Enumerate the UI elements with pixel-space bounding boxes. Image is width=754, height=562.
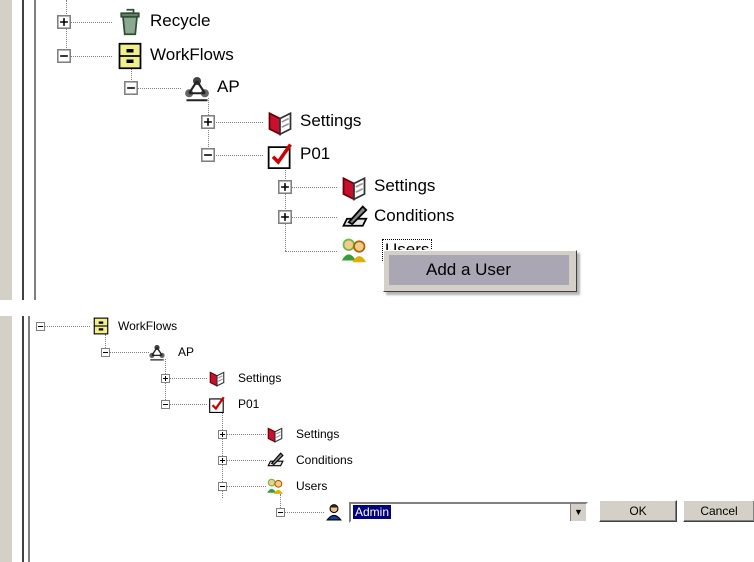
pen-paper-icon[interactable] [340,203,368,231]
user-select-value: Admin [353,505,392,519]
tree-line [105,352,149,353]
tree-node-settings[interactable]: Settings [296,427,339,441]
tree-node-settings[interactable]: Settings [374,176,435,196]
tree-node-conditions[interactable]: Conditions [296,453,353,467]
expand-icon[interactable] [218,430,227,439]
collapse-icon[interactable] [161,400,170,409]
cabinet-icon[interactable] [92,317,110,335]
collapse-icon[interactable] [201,148,215,162]
tree-line [285,217,337,218]
cancel-button[interactable]: Cancel [683,500,754,522]
menu-item-add-user[interactable]: Add a User [389,255,569,285]
book-icon[interactable] [266,108,294,136]
book-icon[interactable] [208,369,226,387]
tree-line [131,88,181,89]
chevron-down-icon[interactable]: ▼ [570,504,586,521]
tree-node-settings[interactable]: Settings [300,111,361,131]
tree-panel-add-user: WorkFlows AP Settings P01 Settings Condi… [0,316,754,562]
collapse-icon[interactable] [57,49,71,63]
tree-node-conditions[interactable]: Conditions [374,206,454,226]
frame-highlight [12,0,14,300]
tree-line [285,166,286,251]
collapse-icon[interactable] [276,508,285,517]
book-icon[interactable] [266,425,284,443]
menu-item-label: Add a User [426,260,512,279]
collapse-icon[interactable] [101,348,110,357]
tree-line [280,512,324,513]
tree-node-workflows[interactable]: WorkFlows [150,45,234,65]
tree-panel-context-menu: Recycle WorkFlows AP Settings P01 Settin… [0,0,754,300]
expand-icon[interactable] [201,115,215,129]
pen-paper-icon[interactable] [266,451,284,469]
network-icon[interactable] [148,343,166,361]
collapse-icon[interactable] [218,482,227,491]
expand-icon[interactable] [161,374,170,383]
tree-line [285,251,337,252]
cabinet-icon[interactable] [116,42,144,70]
frame-highlight [12,316,14,562]
tree-line [165,378,207,379]
tree-node-p01[interactable]: P01 [238,397,259,411]
tree-line [222,486,266,487]
tree-node-ap[interactable]: AP [217,77,240,97]
tree-node-users[interactable]: Users [296,479,327,493]
tree-line [222,460,266,461]
tree-node-recycle[interactable]: Recycle [150,11,210,31]
context-menu: Add a User [383,250,577,292]
checkbox-icon[interactable] [208,395,226,413]
checkbox-icon[interactable] [266,141,294,169]
expand-icon[interactable] [57,15,71,29]
tree-line [40,326,90,327]
recycle-bin-icon[interactable] [116,8,144,36]
user-select[interactable]: Admin ▼ [349,502,588,523]
window-frame [0,0,12,300]
frame-shadow [22,0,24,300]
collapse-icon[interactable] [124,81,138,95]
tree-line [208,122,263,123]
expand-icon[interactable] [218,456,227,465]
users-icon[interactable] [266,477,284,495]
tree-node-workflows[interactable]: WorkFlows [118,319,177,333]
person-icon[interactable] [325,503,343,521]
tree-node-settings[interactable]: Settings [238,371,281,385]
frame-shadow [22,316,24,562]
window-frame [0,316,12,562]
tree-node-p01[interactable]: P01 [300,144,330,164]
tree-line [285,187,337,188]
tree-node-ap[interactable]: AP [178,345,194,359]
tree-line [222,434,266,435]
tree-line [208,155,263,156]
network-icon[interactable] [183,74,211,102]
users-icon[interactable] [340,236,368,264]
tree-line [165,404,207,405]
book-icon[interactable] [340,173,368,201]
tree-border [34,0,36,300]
tree-border [28,316,30,562]
expand-icon[interactable] [278,210,292,224]
ok-button[interactable]: OK [599,500,677,522]
expand-icon[interactable] [278,180,292,194]
collapse-icon[interactable] [36,322,45,331]
